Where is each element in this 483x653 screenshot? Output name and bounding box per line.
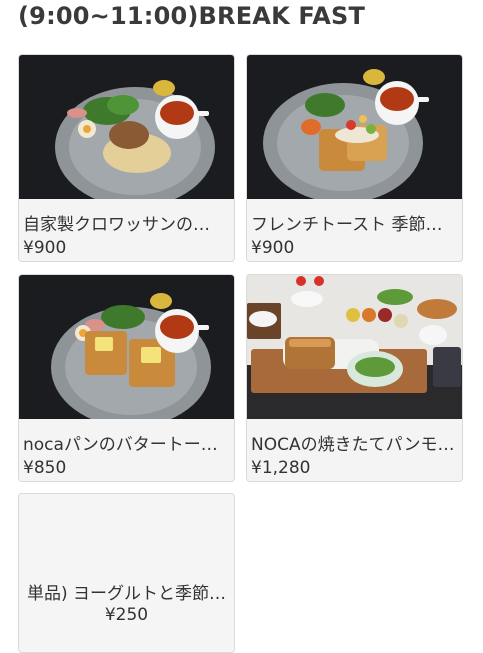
menu-item-card[interactable]: フレンチトースト 季節… ¥900: [246, 54, 463, 262]
menu-item-name: NOCAの焼きたてパンモ…: [251, 435, 455, 455]
menu-item-name: nocaパンのバタートー…: [23, 435, 218, 455]
croissant-plate-photo: [19, 55, 234, 199]
menu-item-price: ¥850: [23, 458, 67, 478]
bread-morning-set-photo: [247, 275, 462, 419]
menu-item-price: ¥900: [251, 238, 295, 258]
menu-item-name: 自家製クロワッサンの…: [23, 215, 210, 235]
menu-item-price: ¥900: [23, 238, 67, 258]
menu-item-card[interactable]: 単品) ヨーグルトと季節… ¥250: [18, 493, 235, 653]
menu-item-name: 単品) ヨーグルトと季節…: [26, 584, 227, 604]
menu-item-price: ¥1,280: [251, 458, 311, 478]
menu-item-price: ¥250: [104, 605, 149, 625]
menu-item-card[interactable]: 自家製クロワッサンの… ¥900: [18, 54, 235, 262]
menu-item-card[interactable]: NOCAの焼きたてパンモ… ¥1,280: [246, 274, 463, 482]
french-toast-plate-photo: [247, 55, 462, 199]
menu-item-card[interactable]: nocaパンのバタートー… ¥850: [18, 274, 235, 482]
butter-toast-plate-photo: [19, 275, 234, 419]
menu-item-name: フレンチトースト 季節…: [251, 215, 443, 235]
section-title: (9:00~11:00)BREAK FAST: [18, 2, 366, 30]
